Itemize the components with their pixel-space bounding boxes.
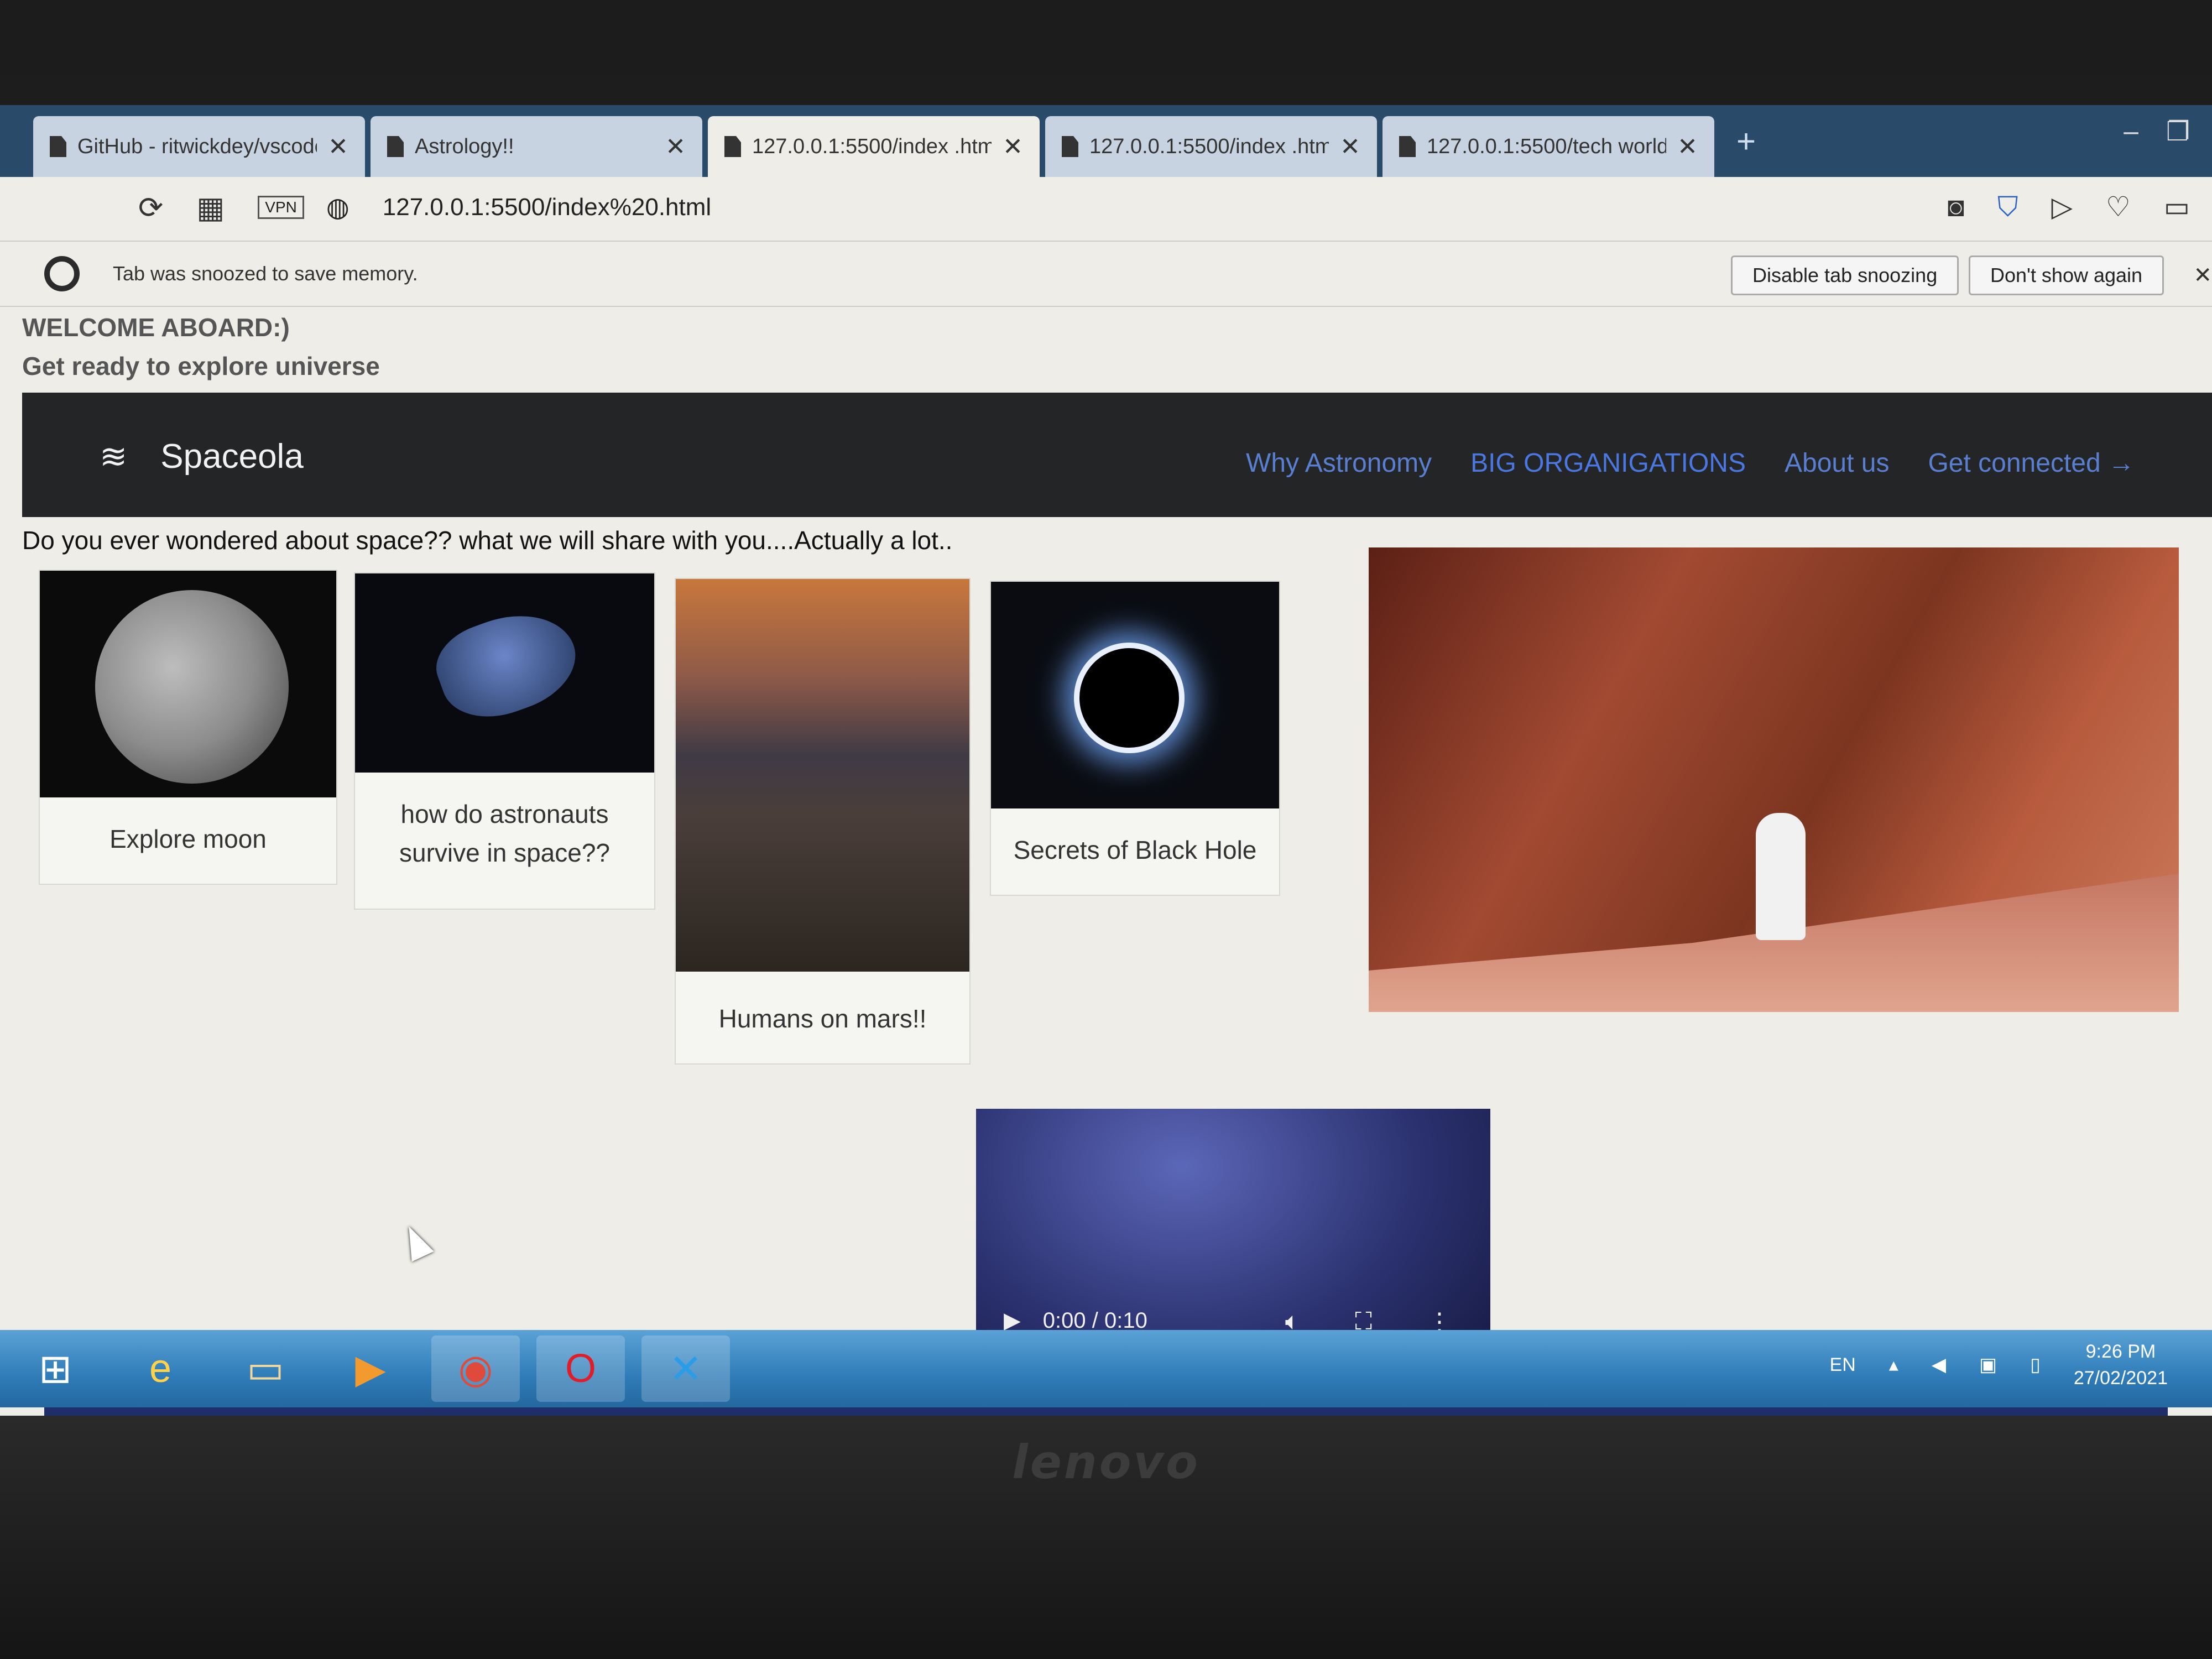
media-player-icon[interactable]: ▶ xyxy=(326,1335,415,1402)
language-indicator[interactable]: EN xyxy=(1830,1354,1856,1376)
close-icon[interactable]: ✕ xyxy=(328,133,348,161)
internet-explorer-icon[interactable]: e xyxy=(116,1335,205,1402)
card-caption: Secrets of Black Hole xyxy=(1013,836,1257,864)
minimize-icon[interactable]: – xyxy=(2124,116,2138,147)
nav-about-us[interactable]: About us xyxy=(1785,448,1889,478)
tab-label: 127.0.0.1:5500/index .html xyxy=(1089,134,1329,158)
tab-astrology[interactable]: Astrology!! ✕ xyxy=(371,116,702,177)
card-caption: Humans on mars!! xyxy=(718,1004,927,1033)
tab-label: GitHub - ritwickdey/vscode xyxy=(77,134,317,158)
tab-index-active[interactable]: 127.0.0.1:5500/index .html ✕ xyxy=(708,116,1040,177)
vpn-badge[interactable]: VPN xyxy=(258,196,304,219)
mouse-cursor xyxy=(398,1221,434,1262)
disable-tab-snoozing-button[interactable]: Disable tab snoozing xyxy=(1731,255,1959,295)
close-icon[interactable]: ✕ xyxy=(2193,263,2212,288)
layers-icon: ≋ xyxy=(100,437,128,475)
close-icon[interactable]: ✕ xyxy=(1677,133,1698,161)
heart-icon[interactable]: ♡ xyxy=(2106,191,2131,223)
card-caption-line2: survive in space?? xyxy=(399,838,610,867)
card-caption: Explore moon xyxy=(109,825,267,853)
site-logo[interactable]: ≋ Spaceola xyxy=(100,437,304,476)
mars-landscape-image xyxy=(676,579,969,972)
toolbar-icons: ◙ ⛉ ▷ ♡ ▭ xyxy=(1948,191,2190,223)
start-button[interactable]: ⊞ xyxy=(11,1335,100,1402)
laptop-bezel: GitHub - ritwickdey/vscode ✕ Astrology!!… xyxy=(0,0,2212,1659)
snooze-message: Tab was snoozed to save memory. xyxy=(113,262,418,285)
page-icon xyxy=(724,136,741,157)
moon-image xyxy=(40,571,336,797)
card-caption-line1: how do astronauts xyxy=(400,800,609,828)
nav-links: Why Astronomy BIG ORGANIGATIONS About us… xyxy=(1246,448,2135,478)
brand-name: Spaceola xyxy=(160,437,304,476)
system-tray: EN ▴ ◀ ▣ ▯ 9:26 PM 27/02/2021 xyxy=(1830,1338,2168,1391)
close-icon[interactable]: ✕ xyxy=(665,133,686,161)
window-controls: – ❐ xyxy=(2124,116,2190,147)
globe-icon[interactable]: ◍ xyxy=(326,192,349,223)
tiles-icon[interactable]: ▦ xyxy=(196,190,225,225)
black-hole-image xyxy=(991,582,1279,808)
address-bar: ⟳ ▦ VPN ◍ 127.0.0.1:5500/index%20.html xyxy=(0,177,2212,238)
battery-icon[interactable]: ▯ xyxy=(2030,1354,2041,1376)
black-hole-graphic xyxy=(1079,648,1179,748)
card-explore-moon[interactable]: Explore moon xyxy=(39,570,337,885)
opera-icon xyxy=(44,256,80,291)
tab-tech-world[interactable]: 127.0.0.1:5500/tech world.h ✕ xyxy=(1383,116,1714,177)
card-astronauts[interactable]: how do astronauts survive in space?? xyxy=(354,572,655,910)
close-icon[interactable]: ✕ xyxy=(1340,133,1360,161)
clock-time: 9:26 PM xyxy=(2085,1341,2156,1362)
laptop-brand-logo: lenovo xyxy=(1012,1435,1200,1489)
mars-astronaut-hero-image xyxy=(1369,547,2179,1012)
tab-label: Astrology!! xyxy=(415,134,514,158)
tab-label: 127.0.0.1:5500/tech world.h xyxy=(1427,134,1667,158)
card-humans-on-mars[interactable]: Humans on mars!! xyxy=(675,578,971,1065)
card-black-hole[interactable]: Secrets of Black Hole xyxy=(990,581,1280,896)
page-icon xyxy=(1399,136,1416,157)
close-icon[interactable]: ✕ xyxy=(1003,133,1023,161)
page-icon xyxy=(387,136,404,157)
battery-icon[interactable]: ▭ xyxy=(2164,191,2190,223)
moon-graphic xyxy=(95,590,289,784)
tab-github[interactable]: GitHub - ritwickdey/vscode ✕ xyxy=(33,116,365,177)
camera-icon[interactable]: ◙ xyxy=(1948,191,1964,223)
welcome-subheading: Get ready to explore universe xyxy=(22,352,380,380)
page-icon xyxy=(1062,136,1078,157)
nav-why-astronomy[interactable]: Why Astronomy xyxy=(1246,448,1432,478)
new-tab-button[interactable]: + xyxy=(1720,122,1772,177)
intro-text: Do you ever wondered about space?? what … xyxy=(22,526,953,555)
page-icon xyxy=(50,136,66,157)
shield-icon[interactable]: ⛉ xyxy=(1997,191,2018,223)
welcome-heading: WELCOME ABOARD:) xyxy=(22,313,290,342)
reload-icon[interactable]: ⟳ xyxy=(138,190,163,225)
astronaut-figure xyxy=(1756,813,1806,940)
nav-get-connected[interactable]: Get connected → xyxy=(1928,448,2135,478)
send-icon[interactable]: ▷ xyxy=(2051,191,2072,223)
astronaut-image xyxy=(355,573,654,773)
astronaut-graphic xyxy=(426,597,588,733)
nav-big-organigations[interactable]: BIG ORGANIGATIONS xyxy=(1470,448,1746,478)
tab-index[interactable]: 127.0.0.1:5500/index .html ✕ xyxy=(1045,116,1377,177)
clock-date: 27/02/2021 xyxy=(2073,1368,2168,1389)
network-icon[interactable]: ▣ xyxy=(1979,1354,1997,1376)
video-time: 0:00 / 0:10 xyxy=(1042,1308,1147,1333)
restore-icon[interactable]: ❐ xyxy=(2166,116,2190,147)
tab-strip: GitHub - ritwickdey/vscode ✕ Astrology!!… xyxy=(0,105,2212,177)
vscode-icon[interactable]: ✕ xyxy=(641,1335,730,1402)
tab-label: 127.0.0.1:5500/index .html xyxy=(752,134,992,158)
screen: GitHub - ritwickdey/vscode ✕ Astrology!!… xyxy=(0,105,2212,1416)
clock[interactable]: 9:26 PM 27/02/2021 xyxy=(2074,1338,2168,1391)
file-explorer-icon[interactable]: ▭ xyxy=(221,1335,310,1402)
tray-arrow-icon[interactable]: ▴ xyxy=(1889,1354,1898,1376)
opera-icon[interactable]: O xyxy=(536,1335,625,1402)
dont-show-again-button[interactable]: Don't show again xyxy=(1969,255,2164,295)
chrome-icon[interactable]: ◉ xyxy=(431,1335,520,1402)
speaker-icon[interactable]: ◀ xyxy=(1932,1354,1946,1376)
site-navbar: ≋ Spaceola Why Astronomy BIG ORGANIGATIO… xyxy=(22,393,2212,517)
url-field[interactable]: 127.0.0.1:5500/index%20.html xyxy=(383,194,711,221)
